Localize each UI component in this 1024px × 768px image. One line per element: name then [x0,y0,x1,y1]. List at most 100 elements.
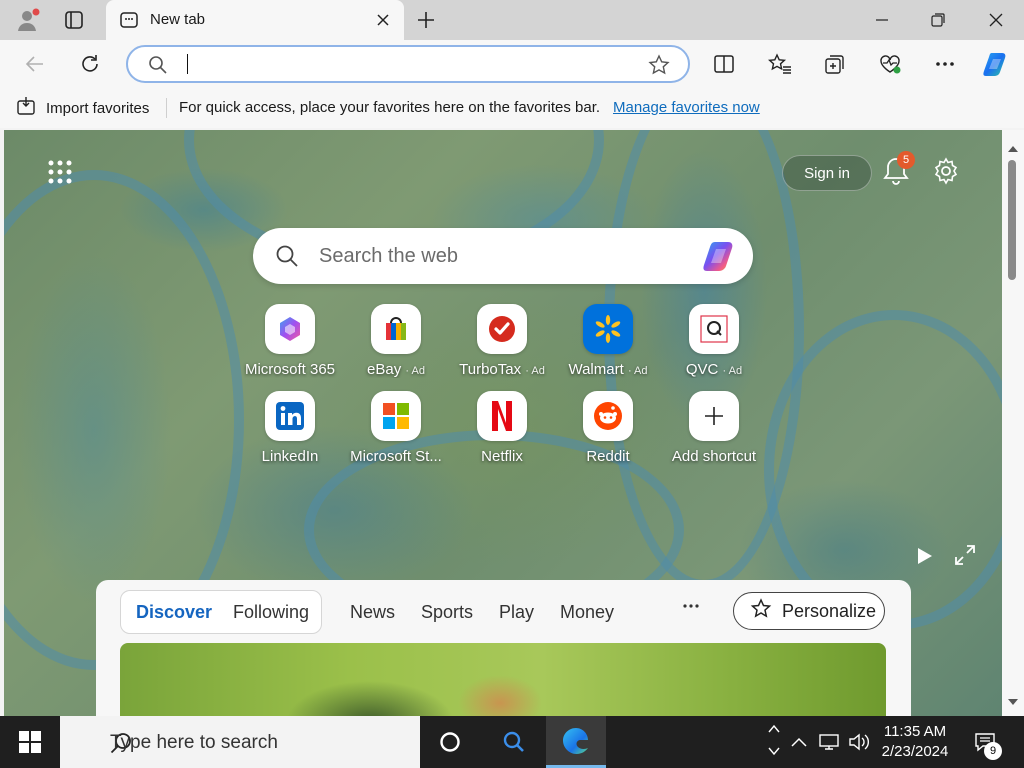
tray-scroll-icon[interactable] [764,714,784,766]
expand-icon[interactable] [954,544,978,568]
scroll-up-icon[interactable] [1007,140,1019,158]
split-screen-icon[interactable] [709,49,739,79]
plus-icon [689,391,739,441]
gear-icon[interactable] [932,157,960,185]
start-button[interactable] [0,716,60,768]
shortcut-label: LinkedIn [261,448,319,465]
refresh-button[interactable] [75,49,105,79]
shortcut-label: QVC · Ad [685,361,743,378]
edge-taskbar-icon[interactable] [546,716,606,768]
personalize-label: Personalize [782,600,877,621]
apps-launcher-icon[interactable] [48,160,72,184]
minimize-button[interactable] [854,0,910,40]
web-search-input[interactable] [319,244,679,268]
tab-following[interactable]: Following [233,602,309,623]
windows-taskbar: Type here to search 11:35 AM 2/23/2024 9 [0,716,1024,768]
taskbar-search-box[interactable]: Type here to search [60,716,420,768]
network-icon[interactable] [816,716,842,768]
shortcut-ebay[interactable]: eBay · Ad [346,304,446,380]
ebay-icon [371,304,421,354]
new-tab-page: Sign in 5 Microsoft 365 eBay · Ad TurboT… [4,130,1002,716]
shortcut-qvc[interactable]: QVC · Ad [664,304,764,380]
import-favorites-label: Import favorites [46,99,150,117]
action-center-badge: 9 [984,742,1002,760]
shortcut-walmart[interactable]: Walmart · Ad [558,304,658,380]
shortcut-turbotax[interactable]: TurboTax · Ad [452,304,552,380]
back-button[interactable] [20,49,50,79]
tab-title: New tab [150,11,206,28]
more-tabs-icon[interactable] [682,596,704,618]
favorites-icon[interactable] [765,49,795,79]
text-caret [187,54,188,74]
page-scrollbar[interactable] [1002,130,1024,716]
tab-money[interactable]: Money [560,602,614,623]
profile-icon[interactable] [14,6,42,34]
browser-essentials-icon[interactable] [875,49,905,79]
turbotax-icon [477,304,527,354]
tab-news[interactable]: News [350,602,395,623]
scrollbar-thumb[interactable] [1008,160,1016,280]
search-icon [275,244,299,268]
search-app-icon[interactable] [484,716,544,768]
favorite-star-icon[interactable] [648,54,670,81]
browser-toolbar [0,40,1024,88]
address-input[interactable] [184,53,624,75]
reddit-icon [583,391,633,441]
close-window-button[interactable] [968,0,1024,40]
notification-badge: 5 [897,151,915,169]
shortcut-reddit[interactable]: Reddit [558,391,658,467]
shortcut-microsoft-365[interactable]: Microsoft 365 [240,304,340,380]
scroll-down-icon[interactable] [1007,693,1019,711]
tab-actions-icon[interactable] [60,6,88,34]
personalize-button[interactable]: Personalize [733,592,885,630]
shortcut-label: Microsoft 365 [244,361,336,378]
taskbar-clock[interactable]: 11:35 AM 2/23/2024 [860,722,970,762]
tab-play[interactable]: Play [499,602,534,623]
search-icon [148,55,168,80]
news-feed: Discover Following News Sports Play Mone… [96,580,911,716]
shortcut-netflix[interactable]: Netflix [452,391,552,467]
manage-favorites-link[interactable]: Manage favorites now [613,99,760,116]
import-icon [16,96,38,120]
close-tab-icon[interactable] [374,11,392,29]
shortcut-label: TurboTax · Ad [459,361,545,378]
clock-time: 11:35 AM [883,723,947,740]
play-icon[interactable] [914,546,936,568]
tab-new-tab[interactable]: New tab [106,0,404,40]
copilot-icon[interactable] [982,49,1012,79]
cortana-icon[interactable] [420,716,480,768]
shortcut-label: Add shortcut [671,448,757,465]
shortcut-label: Netflix [481,448,523,465]
clock-date: 2/23/2024 [881,743,949,760]
shortcut-linkedin[interactable]: LinkedIn [240,391,340,467]
more-options-icon[interactable] [930,49,960,79]
new-tab-page-icon [120,11,138,34]
restore-button[interactable] [910,0,966,40]
address-bar[interactable] [126,45,690,83]
title-bar: New tab [0,0,1024,40]
new-tab-button[interactable] [414,8,438,32]
favorites-divider [166,98,167,118]
shortcut-label: Microsoft St... [350,448,442,465]
shortcut-label: eBay · Ad [367,361,425,378]
favorites-bar: Import favorites For quick access, place… [0,88,1024,128]
sign-in-button[interactable]: Sign in [782,155,872,191]
shortcut-label: Walmart · Ad [568,361,648,378]
sparkle-star-icon [750,597,772,625]
collections-icon[interactable] [820,49,850,79]
tab-discover[interactable]: Discover [136,602,212,623]
web-search-box[interactable] [253,228,753,284]
netflix-icon [477,391,527,441]
feed-card-image[interactable] [120,643,886,716]
shortcut-microsoft-store[interactable]: Microsoft St... [346,391,446,467]
show-hidden-icons-chevron-icon[interactable] [788,716,810,768]
copilot-icon[interactable] [701,238,741,274]
walmart-icon [583,304,633,354]
microsoft-store-icon [371,391,421,441]
add-shortcut-button[interactable]: Add shortcut [664,391,764,467]
taskbar-search-placeholder: Type here to search [110,732,278,753]
shortcut-label: Reddit [586,448,630,465]
import-favorites-button[interactable]: Import favorites [16,97,149,119]
tab-sports[interactable]: Sports [421,602,473,623]
qvc-icon [689,304,739,354]
